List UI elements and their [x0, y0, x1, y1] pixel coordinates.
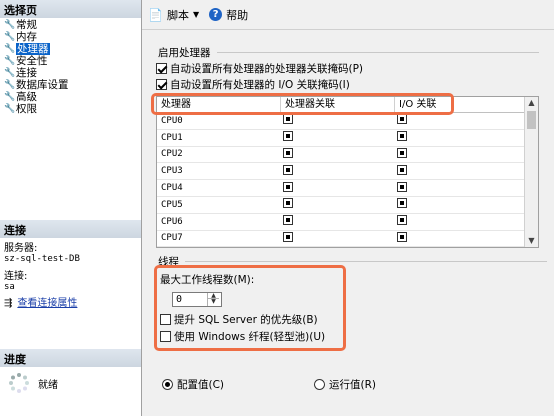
cpu-label: CPU7 — [161, 233, 183, 244]
table-row: CPU4 — [157, 180, 538, 197]
highlight-box-columns — [151, 93, 454, 115]
help-icon[interactable]: ? — [209, 8, 223, 21]
configured-values-label: 配置值(C) — [177, 379, 225, 391]
nav-item-memory[interactable]: 🔧 内存 — [4, 31, 69, 43]
scroll-up-icon[interactable]: ▲ — [525, 97, 538, 109]
io-affinity-checkbox[interactable] — [397, 131, 407, 142]
nav-item-security[interactable]: 🔧 安全性 — [4, 55, 69, 67]
auto-affinity-label: 自动设置所有处理器的处理器关联掩码(P) — [170, 63, 364, 75]
running-values-option[interactable]: 运行值(R) — [314, 377, 376, 392]
processor-affinity-checkbox[interactable] — [283, 164, 293, 175]
table-row: CPU1 — [157, 130, 538, 147]
scroll-down-icon[interactable]: ▼ — [525, 235, 538, 247]
help-button[interactable]: 帮助 — [226, 7, 248, 23]
wrench-icon: 🔧 — [4, 20, 16, 30]
server-value: sz-sql-test-DB — [4, 254, 80, 264]
auto-affinity-checkbox[interactable] — [156, 63, 167, 74]
processor-grid: 处理器 处理器关联 I/O 关联 CPU0 CPU1 CPU2 CPU3 CPU… — [156, 96, 539, 248]
wrench-icon: 🔧 — [4, 56, 16, 66]
divider — [185, 261, 547, 262]
wrench-icon: 🔧 — [4, 32, 16, 42]
io-affinity-checkbox[interactable] — [397, 215, 407, 226]
io-affinity-checkbox[interactable] — [397, 198, 407, 209]
running-values-radio[interactable] — [314, 379, 325, 390]
nav-item-connections[interactable]: 🔧 连接 — [4, 67, 69, 79]
cpu-label: CPU1 — [161, 132, 183, 143]
connection-value: sa — [4, 282, 15, 292]
connection-label: 连接: — [4, 271, 28, 282]
io-affinity-checkbox[interactable] — [397, 164, 407, 175]
nav-item-advanced[interactable]: 🔧 高级 — [4, 91, 69, 103]
processor-affinity-checkbox[interactable] — [283, 198, 293, 209]
processors-group-title: 启用处理器 — [158, 45, 539, 60]
progress-spinner-icon — [9, 373, 29, 393]
nav-item-processors[interactable]: 🔧 处理器 — [4, 43, 69, 55]
wrench-icon: 🔧 — [4, 68, 16, 78]
wrench-icon: 🔧 — [4, 80, 16, 90]
configured-values-radio[interactable] — [162, 379, 173, 390]
nav-item-general[interactable]: 🔧 常规 — [4, 19, 69, 31]
processor-affinity-checkbox[interactable] — [283, 231, 293, 242]
io-affinity-checkbox[interactable] — [397, 181, 407, 192]
io-affinity-checkbox[interactable] — [397, 147, 407, 158]
left-pane: 选择页 🔧 常规 🔧 内存 🔧 处理器 🔧 安全性 🔧 连接 🔧 数据库设置 🔧 高级 🔧 权限… — [0, 0, 142, 416]
select-page-header: 选择页 — [0, 0, 141, 18]
wrench-icon: 🔧 — [4, 44, 16, 54]
connection-properties-icon: ⇶ — [4, 298, 13, 309]
progress-status: 就绪 — [38, 379, 58, 391]
table-row: CPU5 — [157, 197, 538, 214]
nav-item-database-settings[interactable]: 🔧 数据库设置 — [4, 79, 69, 91]
cpu-label: CPU4 — [161, 183, 183, 194]
connection-header: 连接 — [0, 220, 141, 238]
io-affinity-checkbox[interactable] — [397, 114, 407, 125]
view-connection-properties[interactable]: ⇶ 查看连接属性 — [4, 298, 77, 309]
table-row: CPU2 — [157, 147, 538, 164]
auto-affinity-row[interactable]: 自动设置所有处理器的处理器关联掩码(P) — [156, 61, 363, 76]
table-row: CPU6 — [157, 214, 538, 231]
processor-affinity-checkbox[interactable] — [283, 131, 293, 142]
cpu-label: CPU2 — [161, 149, 183, 160]
processor-affinity-checkbox[interactable] — [283, 114, 293, 125]
table-row: CPU7 — [157, 231, 538, 247]
processor-affinity-checkbox[interactable] — [283, 147, 293, 158]
view-connection-properties-link[interactable]: 查看连接属性 — [17, 298, 77, 309]
right-pane: 📄 脚本 ▼ ? 帮助 启用处理器 自动设置所有处理器的处理器关联掩码(P) 自… — [142, 0, 554, 416]
cpu-label: CPU3 — [161, 166, 183, 177]
cpu-label: CPU0 — [161, 115, 183, 126]
page-nav: 🔧 常规 🔧 内存 🔧 处理器 🔧 安全性 🔧 连接 🔧 数据库设置 🔧 高级 🔧 权限 — [4, 19, 69, 115]
chevron-down-icon[interactable]: ▼ — [193, 10, 199, 19]
running-values-label: 运行值(R) — [329, 379, 376, 391]
table-row: CPU0 — [157, 113, 538, 130]
cpu-label: CPU6 — [161, 216, 183, 227]
auto-io-affinity-checkbox[interactable] — [156, 79, 167, 90]
processor-affinity-checkbox[interactable] — [283, 215, 293, 226]
grid-scrollbar[interactable]: ▲ ▼ — [524, 97, 538, 247]
processor-affinity-checkbox[interactable] — [283, 181, 293, 192]
progress-header: 进度 — [0, 349, 141, 367]
scroll-thumb[interactable] — [527, 111, 536, 129]
wrench-icon: 🔧 — [4, 92, 16, 102]
script-button[interactable]: 脚本 — [167, 7, 189, 23]
auto-io-affinity-label: 自动设置所有处理器的 I/O 关联掩码(I) — [170, 79, 350, 91]
progress-status-row: 就绪 — [8, 372, 58, 394]
wrench-icon: 🔧 — [4, 104, 16, 114]
configured-values-option[interactable]: 配置值(C) — [162, 377, 224, 392]
table-row: CPU3 — [157, 163, 538, 181]
highlight-box-threads — [154, 265, 346, 351]
divider — [216, 52, 539, 53]
auto-io-affinity-row[interactable]: 自动设置所有处理器的 I/O 关联掩码(I) — [156, 77, 350, 92]
connection-info: 连接: sa — [4, 271, 27, 293]
io-affinity-checkbox[interactable] — [397, 231, 407, 242]
server-label: 服务器: — [4, 243, 38, 254]
cpu-label: CPU5 — [161, 199, 183, 210]
script-icon: 📄 — [148, 7, 163, 22]
toolbar: 📄 脚本 ▼ ? 帮助 — [142, 0, 554, 30]
nav-item-permissions[interactable]: 🔧 权限 — [4, 103, 69, 115]
server-info: 服务器: sz-sql-test-DB — [4, 243, 80, 265]
